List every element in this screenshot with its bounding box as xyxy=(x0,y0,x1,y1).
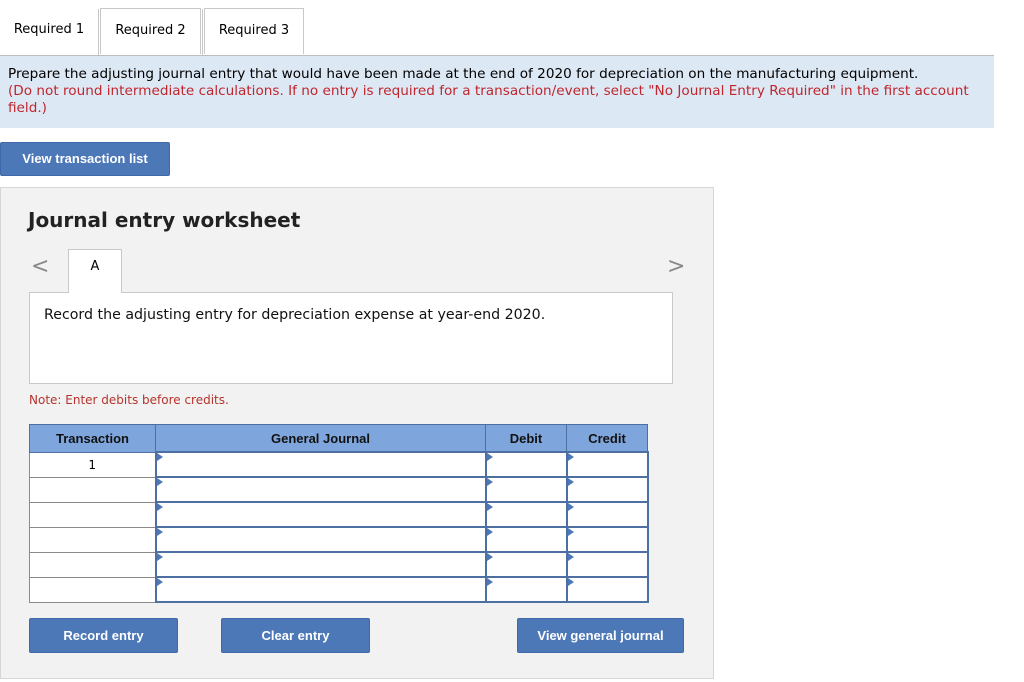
journal-entry-worksheet: Journal entry worksheet < A > Record the… xyxy=(0,187,714,679)
header-general-journal: General Journal xyxy=(155,424,486,453)
record-entry-button[interactable]: Record entry xyxy=(29,618,178,653)
table-row xyxy=(29,476,649,503)
tab-required-1[interactable]: Required 1 xyxy=(0,8,98,54)
account-field[interactable] xyxy=(154,501,487,528)
entry-description: Record the adjusting entry for depreciat… xyxy=(29,292,673,384)
instructions-note: (Do not round intermediate calculations.… xyxy=(8,83,969,116)
view-general-journal-button[interactable]: View general journal xyxy=(517,618,684,653)
credit-field[interactable] xyxy=(565,451,649,478)
account-field[interactable] xyxy=(154,551,487,578)
transaction-cell: 1 xyxy=(29,451,156,478)
credit-field[interactable] xyxy=(565,551,649,578)
credit-field[interactable] xyxy=(565,501,649,528)
tab-required-3[interactable]: Required 3 xyxy=(202,8,304,55)
table-row: 1 xyxy=(29,451,649,478)
journal-table: Transaction General Journal Debit Credit… xyxy=(29,424,649,603)
debits-before-credits-note: Note: Enter debits before credits. xyxy=(29,393,229,407)
header-debit: Debit xyxy=(485,424,567,453)
entry-tab-a[interactable]: A xyxy=(68,249,122,293)
instructions-text: Prepare the adjusting journal entry that… xyxy=(8,66,919,82)
debit-field[interactable] xyxy=(484,476,568,503)
transaction-cell xyxy=(29,551,156,578)
account-field[interactable] xyxy=(154,476,487,503)
debit-field[interactable] xyxy=(484,451,568,478)
debit-field[interactable] xyxy=(484,501,568,528)
required-tabs: Required 1 Required 2 Required 3 xyxy=(0,8,994,56)
worksheet-title: Journal entry worksheet xyxy=(28,208,301,232)
account-field[interactable] xyxy=(154,576,487,603)
debit-field[interactable] xyxy=(484,576,568,603)
clear-entry-button[interactable]: Clear entry xyxy=(221,618,370,653)
debit-field[interactable] xyxy=(484,551,568,578)
credit-field[interactable] xyxy=(565,526,649,553)
header-credit: Credit xyxy=(566,424,648,453)
table-row xyxy=(29,526,649,553)
instructions-panel: Prepare the adjusting journal entry that… xyxy=(0,56,994,128)
tab-required-2[interactable]: Required 2 xyxy=(98,8,201,55)
transaction-cell xyxy=(29,576,156,603)
table-row xyxy=(29,551,649,578)
account-field[interactable] xyxy=(154,526,487,553)
previous-entry-chevron-icon[interactable]: < xyxy=(31,254,49,279)
credit-field[interactable] xyxy=(565,576,649,603)
header-transaction: Transaction xyxy=(29,424,156,453)
account-field[interactable] xyxy=(154,451,487,478)
table-row xyxy=(29,501,649,528)
table-row xyxy=(29,576,649,603)
transaction-cell xyxy=(29,501,156,528)
next-entry-chevron-icon[interactable]: > xyxy=(667,254,685,279)
credit-field[interactable] xyxy=(565,476,649,503)
view-transaction-list-button[interactable]: View transaction list xyxy=(0,142,170,176)
transaction-cell xyxy=(29,476,156,503)
transaction-cell xyxy=(29,526,156,553)
debit-field[interactable] xyxy=(484,526,568,553)
